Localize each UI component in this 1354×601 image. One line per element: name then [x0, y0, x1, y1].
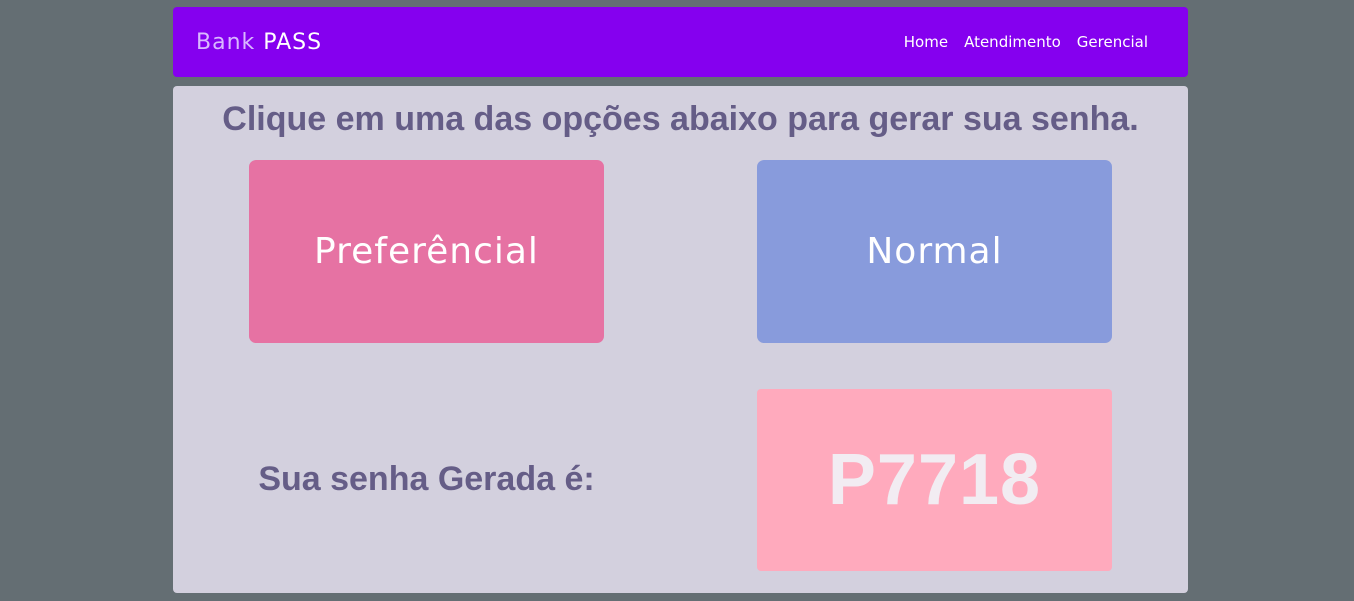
nav-link-gerencial[interactable]: Gerencial — [1077, 33, 1148, 51]
preferencial-button[interactable]: Preferêncial — [249, 160, 604, 343]
generated-ticket-label: Sua senha Gerada é: — [258, 460, 595, 498]
nav-links: Home Atendimento Gerencial — [904, 33, 1148, 51]
brand-word-pass: PASS — [263, 29, 323, 55]
brand-logo[interactable]: Bank PASS — [196, 30, 322, 55]
main-panel: Clique em uma das opções abaixo para ger… — [173, 86, 1188, 593]
nav-link-home[interactable]: Home — [904, 33, 948, 51]
normal-button[interactable]: Normal — [757, 160, 1112, 343]
navbar: Bank PASS Home Atendimento Gerencial — [173, 7, 1188, 77]
ticket-display: P7718 — [757, 389, 1112, 571]
ticket-code: P7718 — [827, 440, 1042, 520]
page-title: Clique em uma das opções abaixo para ger… — [222, 100, 1139, 138]
brand-word-bank: Bank — [196, 29, 256, 55]
nav-link-atendimento[interactable]: Atendimento — [964, 33, 1061, 51]
